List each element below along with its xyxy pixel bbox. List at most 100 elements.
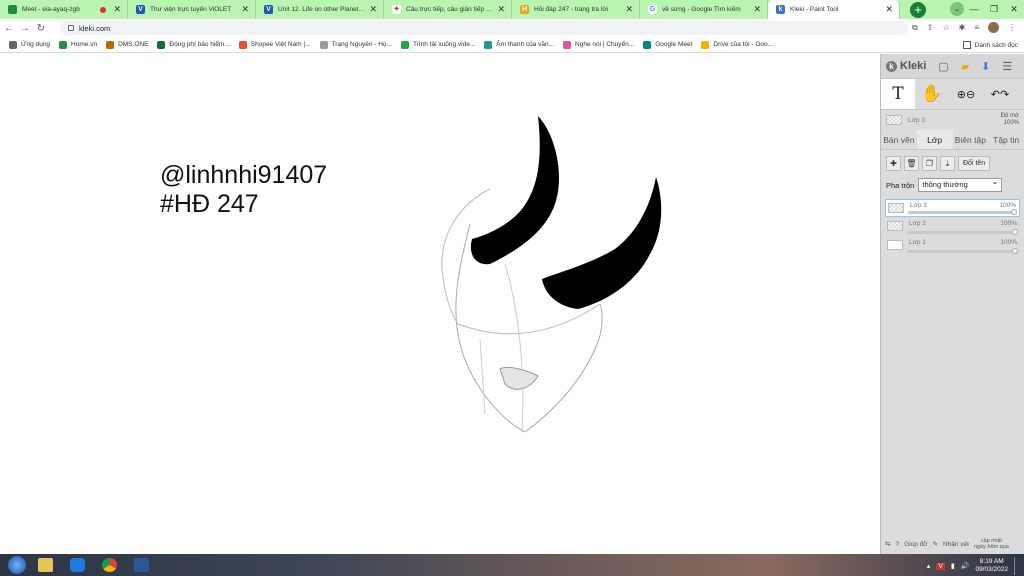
share-icon[interactable]: ⇪ (927, 23, 934, 32)
taskbar-chrome[interactable] (96, 555, 122, 575)
merge-layer-button[interactable]: ⤓ (940, 155, 955, 171)
close-window-icon[interactable]: ✕ (1004, 0, 1024, 19)
swap-icon[interactable]: ⇆ (885, 540, 890, 548)
lock-icon (68, 25, 74, 31)
layer-opacity-slider[interactable] (907, 248, 1018, 254)
start-button[interactable] (8, 556, 26, 574)
new-tab-button[interactable]: + (910, 2, 926, 18)
back-icon[interactable]: ← (2, 23, 16, 34)
keyboard-icon[interactable]: V (936, 562, 945, 570)
hand-tool[interactable]: ✋ (915, 79, 949, 109)
tab-edit[interactable]: Biên tập (953, 130, 989, 149)
undo-icon[interactable]: ↶ (991, 88, 1000, 101)
blend-mode-select[interactable]: thông thường (918, 176, 1003, 192)
close-icon[interactable]: ✕ (497, 4, 505, 15)
extensions-icon[interactable]: ✱ (959, 23, 966, 32)
duplicate-layer-button[interactable]: ❐ (922, 155, 937, 171)
layer-item[interactable]: Lớp 3 100% (885, 199, 1020, 217)
close-icon[interactable]: ✕ (625, 4, 633, 15)
slider-knob[interactable] (1012, 248, 1018, 254)
forward-icon[interactable]: → (18, 23, 32, 34)
slider-knob[interactable] (1011, 209, 1017, 215)
tab-search-icon[interactable]: ⌄ (950, 2, 964, 16)
close-icon[interactable]: ✕ (113, 4, 121, 15)
bookmark-audio[interactable]: Âm thanh của văn... (484, 40, 554, 49)
tab-file[interactable]: Tập tin (988, 130, 1024, 149)
close-icon[interactable]: ✕ (241, 4, 249, 15)
opacity-readout: Độ mờ 100% (1001, 113, 1019, 127)
text-tool[interactable]: T (881, 79, 915, 109)
bookmark-drive[interactable]: Drive của tôi - Goo... (701, 40, 773, 49)
bookmark-video-downloader[interactable]: Trình tải xuống vide... (400, 40, 475, 49)
feedback-link[interactable]: Nhận xét (943, 541, 969, 548)
tab-grammar[interactable]: ✦ Câu trực tiếp, câu gián tiếp ( Rep ✕ (384, 0, 512, 19)
taskbar-word[interactable] (128, 555, 154, 575)
tab-layers[interactable]: Lớp (916, 130, 953, 149)
watermark-hashtag: #HĐ 247 (160, 190, 259, 218)
layer-opacity-slider[interactable] (907, 229, 1018, 235)
menu-icon[interactable]: ☰ (1002, 60, 1012, 73)
star-icon: ✦ (392, 5, 401, 14)
new-image-icon[interactable]: ▢ (938, 60, 948, 73)
close-icon[interactable]: ✕ (885, 4, 893, 15)
bookmark-insurance[interactable]: Đóng phí bảo hiểm... (157, 40, 230, 49)
reload-icon[interactable]: ↻ (34, 23, 48, 34)
help-link[interactable]: Giúp đỡ (904, 541, 927, 548)
hoidap-icon: H (520, 5, 529, 14)
bookmark-apps[interactable]: Ứng dụng (9, 40, 50, 49)
maximize-icon[interactable]: ❐ (984, 0, 1004, 19)
text-tool-icon: T (892, 84, 904, 104)
reading-list[interactable]: Danh sách đọc (962, 41, 1018, 49)
open-folder-icon[interactable]: ▰ (961, 60, 969, 73)
show-desktop-button[interactable] (1014, 557, 1020, 575)
google-icon: G (648, 5, 657, 14)
bookmark-shopee[interactable]: Shopee Việt Nam |... (238, 40, 311, 49)
network-icon[interactable]: ▮ (951, 562, 955, 570)
kleki-logo-icon: k (886, 60, 897, 72)
delete-layer-button[interactable]: 🗑 (904, 155, 919, 171)
tab-meet[interactable]: Meet - eia-ayaq-zgb ✕ (0, 0, 128, 19)
taskbar-zalo[interactable] (64, 555, 90, 575)
clock[interactable]: 8:19 AM 09/03/2022 (975, 558, 1008, 574)
layer-item[interactable]: Lớp 2 100% (885, 218, 1020, 236)
layer-opacity-slider[interactable] (908, 209, 1017, 215)
bookmark-speech[interactable]: Nghe nói | Chuyển... (563, 40, 634, 49)
bookmark-google-meet[interactable]: Google Meet (643, 40, 692, 49)
bookmark-dmsone[interactable]: DMS.ONE (106, 40, 148, 49)
queue-icon[interactable]: ≡ (974, 23, 979, 32)
tray-up-icon[interactable]: ▴ (927, 562, 931, 570)
tab-hoidap247[interactable]: H Hỏi đáp 247 - trang tra lời ✕ (512, 0, 640, 19)
close-icon[interactable]: ✕ (369, 4, 377, 15)
blend-mode-row: Pha trộn thông thường (881, 176, 1024, 194)
tab-violet-2[interactable]: V Unit 12. Life on other Planets. Le ✕ (256, 0, 384, 19)
layer-opacity: 100% (1000, 239, 1017, 246)
menu-icon[interactable]: ⋮ (1008, 23, 1016, 32)
violet-icon: V (136, 5, 145, 14)
add-layer-button[interactable]: ✚ (886, 155, 901, 171)
bookmark-trangnguyen[interactable]: Trạng Nguyên - Họ... (319, 40, 392, 49)
update-notice[interactable]: cập nhật ngày hôm qua (974, 538, 1009, 550)
translate-icon[interactable]: ⧉ (912, 23, 918, 33)
layer-item[interactable]: Lớp 1 100% (885, 237, 1020, 255)
volume-icon[interactable]: 🔊 (961, 562, 970, 570)
tab-brush[interactable]: Bản vẽn (881, 130, 917, 149)
minimize-icon[interactable]: — (964, 0, 984, 19)
tab-violet-1[interactable]: V Thư viện trực tuyến ViOLET ✕ (128, 0, 256, 19)
taskbar-explorer[interactable] (32, 555, 58, 575)
zoom-out-icon[interactable]: ⊖ (966, 88, 975, 101)
tab-google-search[interactable]: G về sừng - Google Tìm kiếm ✕ (640, 0, 768, 19)
close-icon[interactable]: ✕ (753, 4, 761, 15)
tab-kleki[interactable]: k Kleki - Paint Tool ✕ (768, 0, 900, 19)
slider-knob[interactable] (1012, 229, 1018, 235)
bookmark-star-icon[interactable]: ☆ (942, 23, 949, 32)
drawing-canvas[interactable]: @linhnhi91407 #HĐ 247 (0, 54, 880, 554)
download-icon[interactable]: ⬇ (981, 60, 990, 73)
help-icon: ? (895, 540, 900, 548)
redo-icon[interactable]: ↷ (1000, 88, 1009, 101)
rename-layer-button[interactable]: Đổi tên (958, 155, 991, 171)
bookmark-homevn[interactable]: Home.vn (59, 40, 97, 49)
profile-avatar[interactable] (988, 22, 999, 33)
kleki-logo[interactable]: k Kleki (886, 60, 926, 72)
zoom-in-icon[interactable]: ⊕ (957, 88, 966, 101)
url-field[interactable]: kleki.com (60, 21, 908, 35)
